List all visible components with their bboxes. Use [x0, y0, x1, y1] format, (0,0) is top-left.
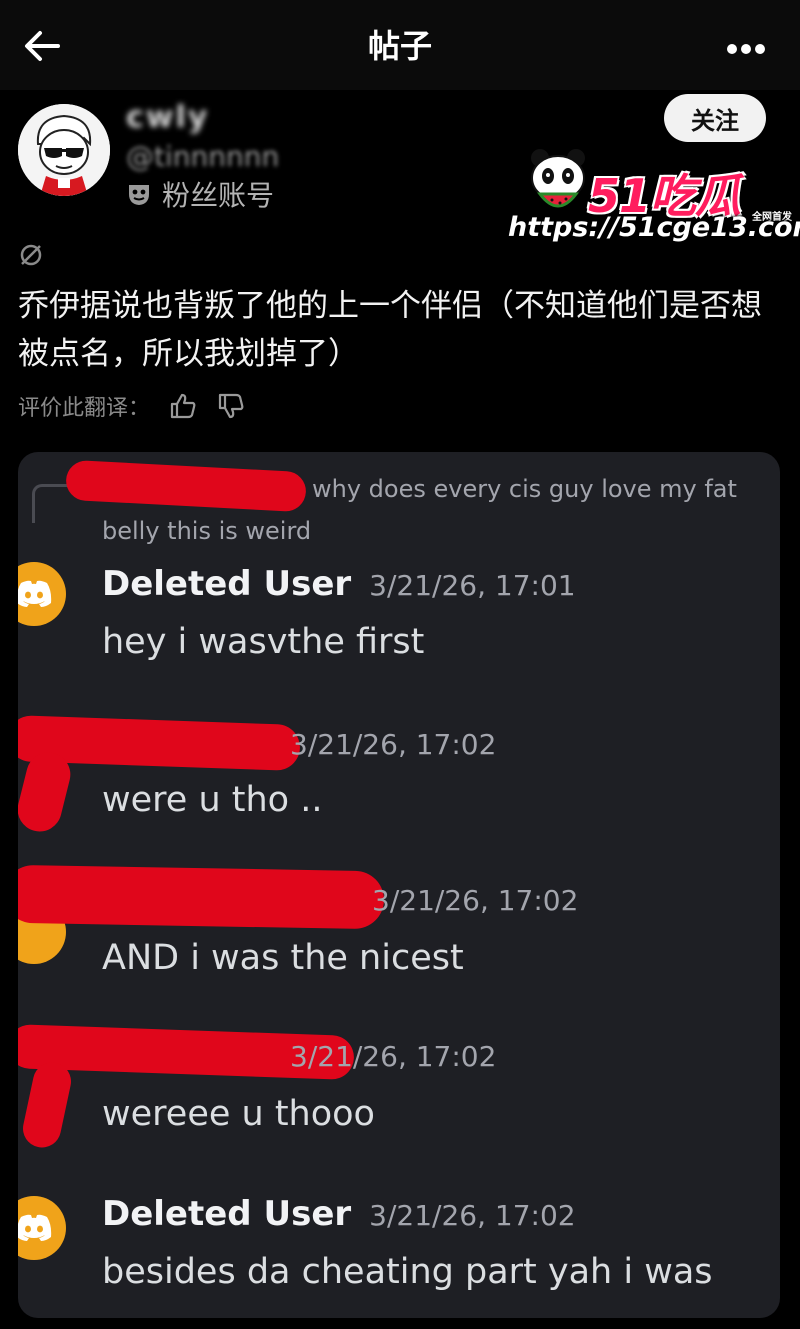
message-header: Deleted User 3/21/26, 17:02: [102, 1194, 576, 1234]
more-horizontal-icon: [727, 44, 765, 54]
redaction-mark: [18, 864, 385, 930]
thumbs-up-icon[interactable]: [168, 391, 198, 421]
mask-icon: [129, 185, 149, 205]
cartoon-avatar-icon: [18, 104, 110, 196]
message-text: were u tho ..: [102, 780, 323, 820]
message-username[interactable]: Deleted User: [102, 564, 351, 604]
post-text: 乔伊据说也背叛了他的上一个伴侣（不知道他们是否想被点名，所以我划掉了）: [18, 288, 762, 372]
post-page: 帖子 cwly @tinnnnnn 粉丝账号 关注 51吃瓜 全网首发 http…: [0, 0, 800, 1329]
message-header: Deleted User 3/21/26, 17:01: [102, 564, 576, 604]
discord-logo-icon: [18, 1214, 52, 1241]
watermark: 51吃瓜 全网首发 https://51cge13.com: [508, 146, 800, 246]
panda-mascot-icon: [531, 149, 585, 208]
redaction-mark: [19, 1058, 75, 1152]
more-options-button[interactable]: [726, 40, 766, 54]
fan-account-label: 粉丝账号: [162, 179, 275, 212]
message-timestamp: 3/21/26, 17:02: [369, 1199, 576, 1232]
embedded-chat-screenshot[interactable]: why does every cis guy love my fat belly…: [18, 452, 780, 1318]
author-handle: @tinnnnnn: [126, 140, 280, 173]
reply-preview: why does every cis guy love my fat belly…: [102, 468, 762, 552]
message-timestamp: 3/21/26, 17:02: [290, 1040, 497, 1073]
page-title: 帖子: [367, 27, 432, 65]
discord-avatar[interactable]: [18, 1196, 66, 1260]
message-text: AND i was the nicest: [102, 938, 464, 978]
reply-preview-text: why does every cis guy love my fat belly…: [102, 475, 737, 545]
message-text: hey i wasvthe first: [102, 622, 425, 662]
discord-avatar[interactable]: [18, 562, 66, 626]
no-symbol-icon: [20, 244, 42, 266]
top-app-bar: 帖子: [0, 0, 800, 90]
follow-button[interactable]: 关注: [664, 94, 766, 142]
watermark-url: https://51cge13.com: [508, 212, 800, 243]
thumbs-down-icon[interactable]: [216, 391, 246, 421]
message-timestamp: 3/21/26, 17:02: [372, 884, 579, 917]
message-timestamp: 3/21/26, 17:01: [369, 569, 576, 602]
message-timestamp: 3/21/26, 17:02: [290, 728, 497, 761]
rate-translation-label: 评价此翻译：: [18, 396, 151, 421]
discord-logo-icon: [18, 580, 52, 607]
message-text: wereee u thooo: [102, 1094, 375, 1134]
author-avatar[interactable]: [18, 104, 110, 196]
rate-translation-row: 评价此翻译：: [18, 386, 246, 426]
fan-account-badge: 粉丝账号: [126, 176, 274, 212]
author-name[interactable]: cwly: [126, 100, 209, 135]
message-text: besides da cheating part yah i was: [102, 1252, 713, 1292]
message-username[interactable]: Deleted User: [102, 1194, 351, 1234]
